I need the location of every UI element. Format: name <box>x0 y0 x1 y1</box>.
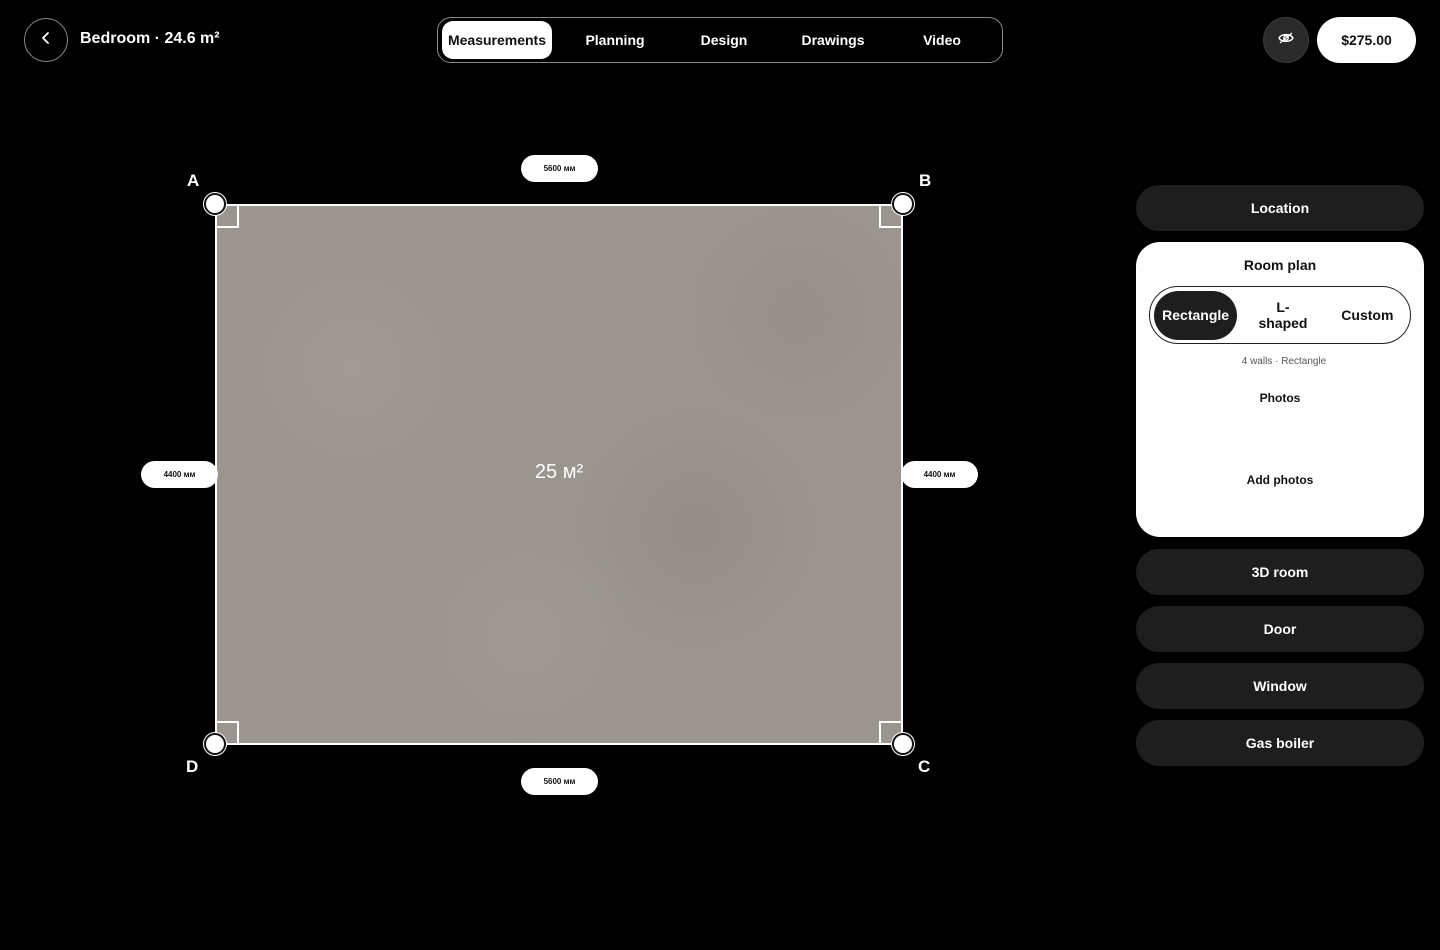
tab-bar: Measurements Planning Design Drawings Vi… <box>437 17 1003 63</box>
corner-label-b: B <box>919 171 932 190</box>
corner-label-c: C <box>918 757 931 776</box>
room-plan-summary: 4 walls · Rectangle <box>1241 356 1327 367</box>
price-button[interactable]: $275.00 <box>1317 17 1416 63</box>
tab-measurements[interactable]: Measurements <box>442 21 552 59</box>
shape-option-custom[interactable]: Custom <box>1329 291 1406 340</box>
corner-handle-d[interactable] <box>204 733 226 755</box>
window-button[interactable]: Window <box>1136 663 1424 709</box>
add-photos-button[interactable]: Add photos <box>1136 473 1424 487</box>
room-shape-selector: Rectangle L-shaped Custom <box>1149 286 1411 344</box>
3d-room-button[interactable]: 3D room <box>1136 549 1424 595</box>
door-button[interactable]: Door <box>1136 606 1424 652</box>
dimension-bottom[interactable]: 5600 мм <box>521 768 598 795</box>
corner-handle-c[interactable] <box>892 733 914 755</box>
room-floor[interactable]: 25 м² <box>215 204 903 745</box>
eye-icon <box>1278 31 1294 49</box>
view-toggle-button[interactable] <box>1263 17 1309 63</box>
room-plan-title: Room plan <box>1243 257 1317 273</box>
tab-drawings[interactable]: Drawings <box>770 21 896 59</box>
tab-planning[interactable]: Planning <box>552 21 678 59</box>
corner-handle-a[interactable] <box>204 193 226 215</box>
chevron-left-icon <box>38 30 54 51</box>
page-title: Bedroom · 24.6 m² <box>80 30 220 47</box>
shape-option-rectangle[interactable]: Rectangle <box>1154 290 1238 340</box>
photos-heading: Photos <box>1259 391 1301 405</box>
dimension-right[interactable]: 4400 мм <box>901 461 978 488</box>
corner-handle-b[interactable] <box>892 193 914 215</box>
dimension-top[interactable]: 5600 мм <box>521 155 598 182</box>
room-area-label: 25 м² <box>534 461 584 483</box>
room-plan-card: Room plan Rectangle L-shaped Custom 4 wa… <box>1136 242 1424 537</box>
shape-option-l-shaped[interactable]: L-shaped <box>1237 291 1328 340</box>
tab-design[interactable]: Design <box>678 21 770 59</box>
gas-boiler-button[interactable]: Gas boiler <box>1136 720 1424 766</box>
tab-video[interactable]: Video <box>896 21 988 59</box>
corner-label-d: D <box>186 757 199 776</box>
location-button[interactable]: Location <box>1136 185 1424 231</box>
back-button[interactable] <box>24 18 68 62</box>
dimension-left[interactable]: 4400 мм <box>141 461 218 488</box>
corner-label-a: A <box>187 171 200 190</box>
